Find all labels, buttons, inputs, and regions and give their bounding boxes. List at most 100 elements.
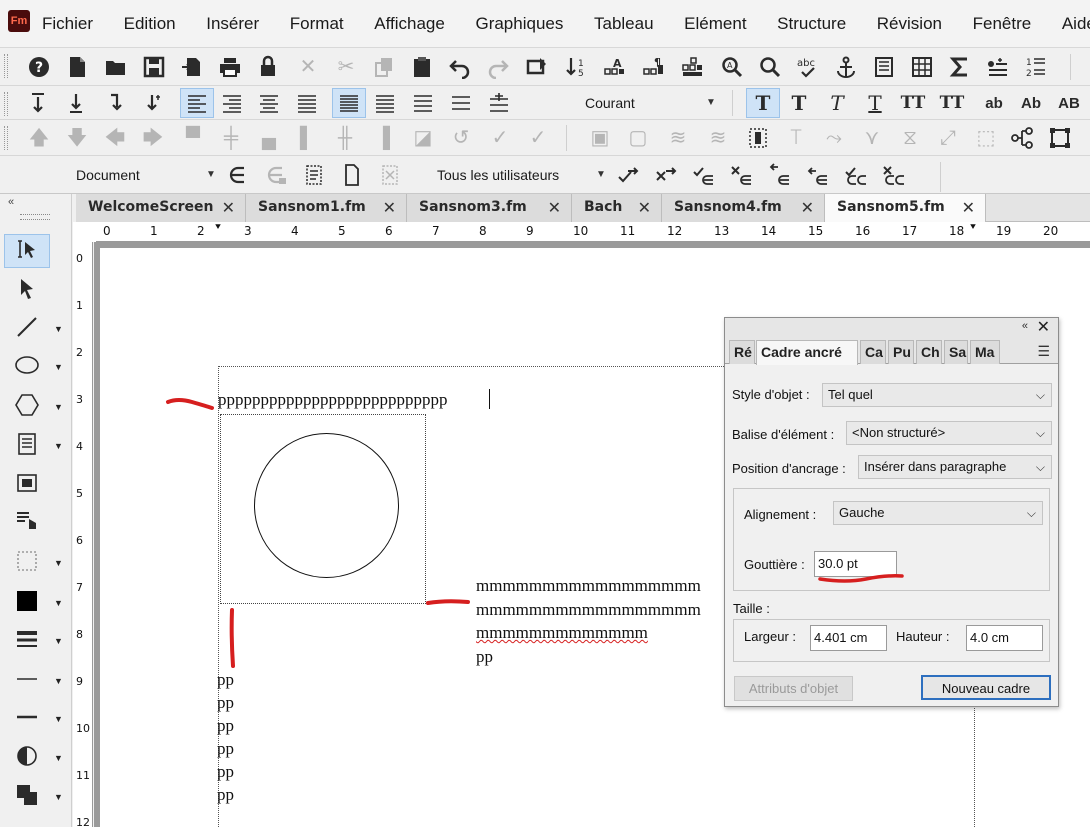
undo-icon[interactable]	[446, 53, 474, 81]
align-center-icon[interactable]	[255, 89, 283, 117]
paragraph-p-line[interactable]: ppppppppppppppppppppppppppp	[218, 388, 448, 411]
one-half-spacing-icon[interactable]	[371, 89, 399, 117]
check-alt-icon[interactable]: ✓	[524, 124, 552, 152]
menu-fichier[interactable]: Fichier	[42, 14, 93, 34]
titlecase-icon[interactable]: Ab	[1017, 89, 1045, 117]
chevron-down-icon[interactable]: ▼	[54, 714, 63, 724]
object-attributes-button[interactable]: Attributs d'objet	[734, 676, 853, 701]
chevron-down-icon[interactable]: ▼	[54, 558, 63, 568]
bullet-list-icon[interactable]	[984, 53, 1012, 81]
sort-icon[interactable]: 15	[562, 53, 590, 81]
panel-tab-re[interactable]: Ré	[729, 340, 755, 364]
tint-icon[interactable]	[4, 739, 50, 773]
align-justify-icon[interactable]	[293, 89, 321, 117]
send-back-icon[interactable]: 🡇	[63, 124, 91, 152]
anchor-icon[interactable]	[832, 53, 860, 81]
align-center-obj-icon[interactable]: ╫	[331, 124, 359, 152]
lowercase-icon[interactable]: ab	[980, 89, 1008, 117]
new-document-icon[interactable]	[63, 53, 91, 81]
anchor-position-select[interactable]: Insérer dans paragraphe ⌵	[858, 455, 1052, 479]
menu-graphiques[interactable]: Graphiques	[475, 14, 563, 34]
cut-icon[interactable]: ✂	[332, 53, 360, 81]
panel-menu-icon[interactable]: ☰	[1037, 343, 1050, 360]
spell-check-icon[interactable]: abc	[794, 53, 822, 81]
m-line-1[interactable]: mmmmmmmmmmmmmmmmm	[476, 574, 701, 597]
overprint-icon[interactable]	[4, 778, 50, 812]
repeat-icon[interactable]	[523, 53, 551, 81]
chevron-down-icon[interactable]: ▼	[54, 402, 63, 412]
reject-next-icon[interactable]	[652, 161, 680, 189]
accept-all-icon[interactable]	[842, 161, 870, 189]
panel-titlebar[interactable]: « ✕	[725, 318, 1058, 338]
tab-sansnom3[interactable]: Sansnom3.fm ✕	[407, 194, 572, 222]
close-icon[interactable]: ✕	[638, 194, 651, 221]
element-tag-select[interactable]: <Non structuré> ⌵	[846, 421, 1052, 445]
height-input[interactable]: 4.0 cm	[966, 625, 1043, 651]
right-indent-marker-icon[interactable]: ⯆	[969, 222, 977, 233]
superscript-icon[interactable]: TT	[899, 89, 927, 117]
ungroup-icon[interactable]: ▢	[624, 124, 652, 152]
layers-icon[interactable]: ≋	[664, 124, 692, 152]
circle-graphic[interactable]	[254, 433, 399, 578]
pp-line-3[interactable]: pp	[217, 714, 234, 737]
open-folder-icon[interactable]	[102, 53, 130, 81]
line-width-icon[interactable]	[4, 622, 50, 656]
chevron-down-icon[interactable]: ▼	[54, 636, 63, 646]
zoom-icon[interactable]	[756, 53, 784, 81]
tab-stop-icon[interactable]	[140, 89, 168, 117]
object-select-tool-icon[interactable]	[4, 272, 50, 306]
horizontal-ruler[interactable]: 0 1 2 3 4 5 6 7 8 9 10 11 12 13 14 15 16…	[96, 222, 1090, 242]
line-spacing-wide-icon[interactable]	[447, 89, 475, 117]
align-middle-icon[interactable]: ╪	[217, 124, 245, 152]
close-icon[interactable]: ✕	[383, 194, 396, 221]
space-above-icon[interactable]	[24, 89, 52, 117]
toolbar-grip[interactable]	[4, 92, 8, 116]
menu-element[interactable]: Elément	[684, 14, 746, 34]
layers-alt-icon[interactable]: ≋	[704, 124, 732, 152]
menu-inserer[interactable]: Insérer	[206, 14, 259, 34]
pp-line-2[interactable]: pp	[217, 691, 234, 714]
chevron-down-icon[interactable]: ▼	[54, 792, 63, 802]
chevron-down-icon[interactable]: ▼	[54, 598, 63, 608]
track-changes-icon[interactable]	[224, 161, 252, 189]
text-default-icon[interactable]: T	[746, 88, 780, 118]
align-right-obj-icon[interactable]: ▐	[369, 124, 397, 152]
graphic-frame-tool-icon[interactable]	[4, 466, 50, 500]
toolbar-grip[interactable]	[4, 126, 8, 150]
chevron-down-icon[interactable]: ▼	[54, 441, 63, 451]
lock-icon[interactable]	[254, 53, 282, 81]
check-icon[interactable]: ✓	[486, 124, 514, 152]
panel-tab-pu[interactable]: Pu	[888, 340, 914, 364]
chevron-down-icon[interactable]: ▼	[54, 753, 63, 763]
close-icon[interactable]: ✕	[962, 194, 975, 221]
dash-pattern-icon[interactable]	[4, 700, 50, 734]
chevron-down-icon[interactable]: ▼	[54, 362, 63, 372]
paragraph-format-select[interactable]: Courant ▼	[580, 90, 720, 116]
panel-tab-ca[interactable]: Ca	[860, 340, 886, 364]
pp-line-6[interactable]: pp	[217, 783, 234, 806]
reshape-icon[interactable]: ⤳	[820, 124, 848, 152]
object-properties-icon[interactable]	[1046, 124, 1074, 152]
panel-tab-ch[interactable]: Ch	[916, 340, 942, 364]
scale-icon[interactable]: ⤢	[934, 124, 962, 152]
char-designer-icon[interactable]: A	[601, 53, 629, 81]
next-change-icon[interactable]	[614, 161, 642, 189]
m-line-3[interactable]: mmmmmmmmmmmmm	[476, 621, 648, 644]
insert-table-icon[interactable]	[908, 53, 936, 81]
panel-tab-sa[interactable]: Sa	[944, 340, 968, 364]
tab-sansnom5[interactable]: Sansnom5.fm ✕	[825, 194, 986, 223]
preview-changes-icon[interactable]	[376, 161, 404, 189]
alignment-select[interactable]: Gauche ⌵	[833, 501, 1043, 525]
smart-select-tool-icon[interactable]	[4, 234, 50, 268]
smooth-icon[interactable]: ⋎	[858, 124, 886, 152]
dotted-frame-tool-icon[interactable]	[4, 544, 50, 578]
equation-icon[interactable]	[946, 53, 974, 81]
group-icon[interactable]: ▣	[586, 124, 614, 152]
align-left-obj-icon[interactable]: ▌	[293, 124, 321, 152]
align-right-icon[interactable]	[218, 89, 246, 117]
align-top-icon[interactable]: ▀	[179, 124, 207, 152]
preview-original-icon[interactable]	[338, 161, 366, 189]
previous-accept-icon[interactable]	[766, 161, 794, 189]
new-frame-button[interactable]: Nouveau cadre	[921, 675, 1051, 700]
align-bottom-icon[interactable]: ▄	[255, 124, 283, 152]
